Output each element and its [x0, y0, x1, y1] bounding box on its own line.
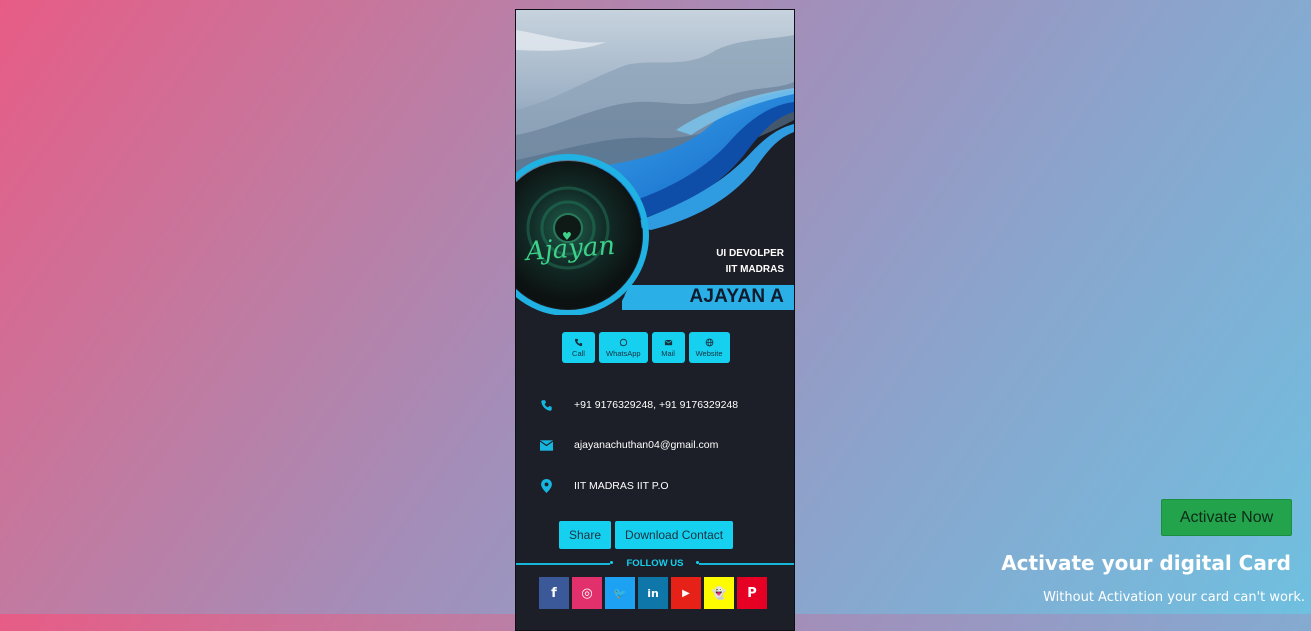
globe-icon	[705, 338, 713, 346]
digital-card: Ajayan ♥ UI DEVOLPER IIT MADRAS AJAYAN A…	[515, 9, 795, 631]
linkedin-glyph: in	[647, 586, 659, 600]
organization: IIT MADRAS	[725, 264, 784, 275]
instagram-icon[interactable]: ◎	[572, 577, 602, 609]
phone-icon	[538, 397, 554, 413]
whatsapp-icon	[619, 338, 627, 346]
card-actions: Share Download Contact	[559, 521, 734, 549]
activation-title: Activate your digital Card	[1001, 551, 1291, 575]
pinterest-glyph: P	[747, 585, 757, 601]
facebook-glyph: f	[551, 585, 557, 601]
social-links: f ◎ 🐦 in ▶ 👻 P	[539, 577, 767, 609]
youtube-glyph: ▶	[682, 587, 690, 599]
activation-subtitle: Without Activation your card can't work.	[1043, 590, 1305, 605]
follow-us-label: FOLLOW US	[626, 558, 684, 569]
address-row[interactable]: IIT MADRAS IIT P.O	[538, 478, 669, 494]
call-label: Call	[572, 348, 585, 358]
mail-icon	[538, 437, 554, 453]
twitter-glyph: 🐦	[613, 586, 627, 600]
address-text: IIT MADRAS IIT P.O	[574, 480, 669, 492]
activate-now-button[interactable]: Activate Now	[1161, 499, 1292, 536]
call-button[interactable]: Call	[562, 332, 595, 363]
whatsapp-button[interactable]: WhatsApp	[599, 332, 648, 363]
pinterest-icon[interactable]: P	[737, 577, 767, 609]
phone-numbers: +91 9176329248, +91 9176329248	[574, 399, 739, 411]
email-address: ajayanachuthan04@gmail.com	[574, 439, 719, 451]
heart-mark: ♥	[562, 230, 572, 243]
phone-row[interactable]: +91 9176329248, +91 9176329248	[538, 397, 738, 413]
share-button[interactable]: Share	[559, 521, 612, 549]
phone-icon	[574, 338, 583, 346]
mail-label: Mail	[661, 348, 675, 358]
instagram-glyph: ◎	[581, 585, 593, 601]
facebook-icon[interactable]: f	[539, 577, 569, 609]
website-button[interactable]: Website	[688, 332, 730, 363]
linkedin-icon[interactable]: in	[638, 577, 668, 609]
mail-icon	[664, 339, 672, 345]
twitter-icon[interactable]: 🐦	[605, 577, 635, 609]
snapchat-icon[interactable]: 👻	[704, 577, 734, 609]
download-contact-button[interactable]: Download Contact	[615, 521, 734, 549]
snapchat-glyph: 👻	[711, 586, 727, 600]
whatsapp-label: WhatsApp	[606, 348, 641, 358]
person-name: AJAYAN A	[689, 286, 784, 307]
website-label: Website	[695, 348, 723, 358]
mail-button[interactable]: Mail	[651, 332, 685, 363]
location-pin-icon	[538, 478, 554, 494]
job-title: UI DEVOLPER	[716, 248, 784, 259]
youtube-icon[interactable]: ▶	[671, 577, 701, 609]
email-row[interactable]: ajayanachuthan04@gmail.com	[538, 437, 718, 453]
quick-actions: Call WhatsApp Mail Website	[562, 332, 730, 363]
